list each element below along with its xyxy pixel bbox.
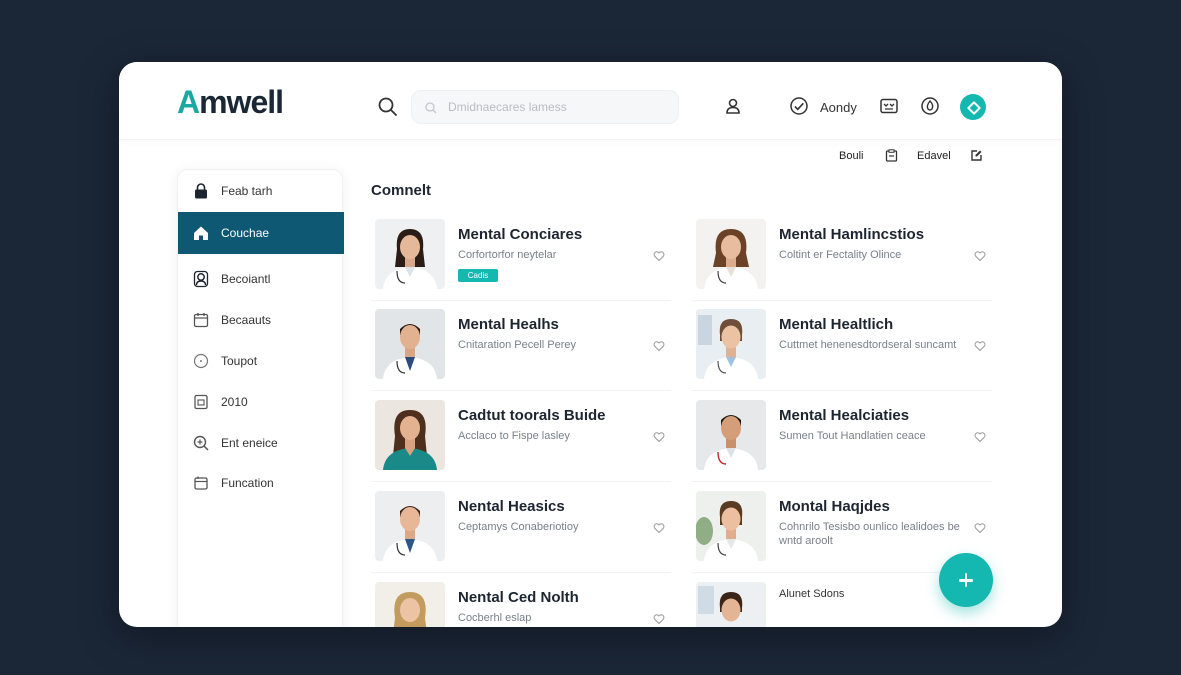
doctor-photo — [696, 309, 766, 379]
doctor-card[interactable]: Nental Heasics Ceptamys Conaberiotioy — [371, 491, 671, 573]
search-plus-icon — [193, 435, 209, 451]
card-subtitle: Cocberhl eslap — [458, 612, 532, 624]
doctor-card[interactable]: Nental Ced Nolth Cocberhl eslap — [371, 582, 671, 627]
card-title: Montal Haqjdes — [779, 498, 890, 515]
app-logo[interactable]: Amwell — [177, 84, 284, 121]
top-bar: Amwell Aondy — [119, 62, 1062, 140]
doctor-photo — [375, 400, 445, 470]
section-title: Comnelt — [371, 182, 431, 199]
clipboard-icon[interactable] — [885, 149, 898, 162]
doctor-card[interactable]: Mental Hamlincstios Coltint er Fectality… — [692, 219, 992, 301]
check-circle-icon[interactable] — [789, 96, 809, 116]
doctor-card[interactable]: Mental Conciares Corfortorfor neytelar C… — [371, 219, 671, 301]
lock-icon — [195, 183, 207, 199]
card-title: Nental Heasics — [458, 498, 565, 515]
search-field-icon — [425, 102, 437, 114]
card-title: Mental Hamlincstios — [779, 226, 925, 243]
doctor-photo — [375, 491, 445, 561]
card-subtitle: Sumen Tout Handlatien ceace — [779, 430, 926, 442]
user-icon — [193, 270, 209, 288]
sidebar: Feab tarh Couchae Becoiantl Becaauts Tou… — [177, 169, 344, 627]
card-subtitle: Ceptamys Conaberiotioy — [458, 521, 579, 533]
sidebar-item-label: Becoiantl — [221, 272, 271, 286]
card-subtitle: Cnitaration Pecell Perey — [458, 339, 577, 351]
card-subtitle: Corfortorfor neytelar — [458, 249, 557, 261]
heart-icon[interactable] — [653, 431, 665, 443]
sidebar-item-7[interactable]: Ent eneice — [178, 422, 344, 464]
sidebar-item-1[interactable]: Feab tarh — [178, 170, 344, 212]
card-title: Mental Healtlich — [779, 316, 894, 333]
sidebar-item-label: Toupot — [221, 354, 258, 368]
sidebar-item-2[interactable]: Couchae — [178, 212, 344, 254]
sidebar-item-label: Ent eneice — [221, 436, 278, 450]
doctor-card[interactable]: Cadtut toorals Buide Acclaco to Fispe la… — [371, 400, 671, 482]
profile-avatar[interactable] — [960, 94, 986, 120]
heart-icon[interactable] — [653, 613, 665, 625]
sidebar-item-5[interactable]: Toupot — [178, 340, 344, 382]
message-icon[interactable] — [879, 96, 899, 116]
home-icon — [194, 226, 208, 240]
sidebar-item-label: Feab tarh — [221, 184, 273, 198]
doctor-card[interactable]: Mental Healciaties Sumen Tout Handlatien… — [692, 400, 992, 482]
card-title: Cadtut toorals Buide — [458, 407, 606, 424]
sidebar-item-3[interactable]: Becoiantl — [178, 258, 344, 300]
card-title: Nental Ced Nolth — [458, 589, 579, 606]
heart-icon[interactable] — [653, 522, 665, 534]
folder-icon — [194, 476, 208, 490]
doctor-photo — [696, 400, 766, 470]
card-subtitle: Cuttmet henenesdtordseral suncamt — [779, 339, 957, 351]
card-title: Mental Healciaties — [779, 407, 910, 424]
sidebar-item-label: Couchae — [221, 226, 270, 240]
add-button[interactable] — [939, 553, 993, 607]
doctor-card[interactable]: Mental Healtlich Cuttmet henenesdtordser… — [692, 309, 992, 391]
card-subtitle: Alunet Sdons — [779, 588, 845, 600]
flame-icon[interactable] — [920, 96, 940, 116]
heart-icon[interactable] — [974, 340, 986, 352]
edit-icon[interactable] — [970, 149, 983, 162]
status-badge: Cadis — [458, 269, 498, 282]
sidebar-item-label: Becaauts — [221, 313, 272, 327]
heart-icon[interactable] — [974, 522, 986, 534]
sidebar-item-4[interactable]: Becaauts — [178, 299, 344, 341]
doctor-photo — [696, 582, 766, 627]
card-title: Mental Healhs — [458, 316, 559, 333]
search-icon[interactable] — [377, 96, 399, 118]
heart-icon[interactable] — [974, 250, 986, 262]
search-input[interactable] — [448, 91, 668, 123]
card-subtitle: Acclaco to Fispe lasley — [458, 430, 570, 442]
sub-link-1[interactable]: Bouli — [839, 150, 863, 162]
doctor-photo — [375, 582, 445, 627]
user-name[interactable]: Aondy — [820, 100, 857, 115]
sidebar-item-8[interactable]: Funcation — [178, 462, 344, 504]
sub-link-2[interactable]: Edavel — [917, 150, 951, 162]
calendar-icon — [193, 313, 209, 328]
user-icon[interactable] — [723, 96, 743, 116]
doctor-card[interactable]: Mental Healhs Cnitaration Pecell Perey — [371, 309, 671, 391]
card-subtitle: Coltint er Fectality Olince — [779, 249, 902, 261]
doctor-photo — [696, 219, 766, 289]
clock-icon — [193, 353, 209, 369]
card-subtitle: Cohnrilo Tesisbo ounlico lealidoes be wn… — [779, 521, 960, 547]
doctor-photo — [375, 219, 445, 289]
card-title: Mental Conciares — [458, 226, 583, 243]
logo-initial: A — [177, 84, 200, 120]
sidebar-item-label: 2010 — [221, 395, 248, 409]
app-window: Amwell Aondy — [119, 62, 1062, 627]
doctor-photo — [696, 491, 766, 561]
sidebar-item-label: Funcation — [221, 476, 274, 490]
sidebar-item-6[interactable]: 2010 — [178, 381, 344, 423]
heart-icon[interactable] — [653, 340, 665, 352]
search-bar[interactable] — [411, 90, 679, 124]
doctor-photo — [375, 309, 445, 379]
heart-icon[interactable] — [653, 250, 665, 262]
document-icon — [194, 394, 208, 410]
logo-rest: mwell — [199, 84, 284, 120]
heart-icon[interactable] — [974, 431, 986, 443]
